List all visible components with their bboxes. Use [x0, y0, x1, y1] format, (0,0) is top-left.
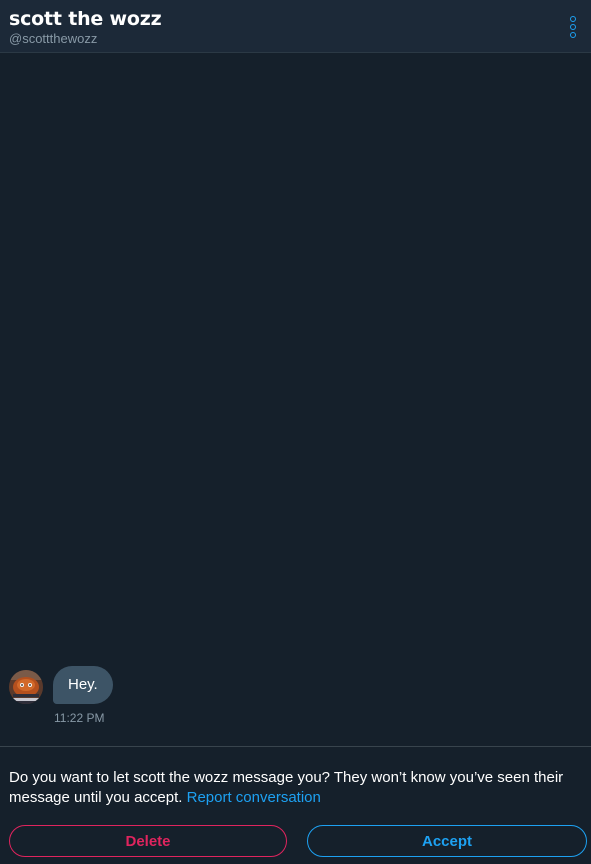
- more-vertical-icon[interactable]: [563, 14, 583, 40]
- more-dot: [570, 24, 576, 30]
- more-dot: [570, 16, 576, 22]
- report-conversation-link[interactable]: Report conversation: [187, 789, 321, 806]
- contact-handle: @scottthewozz: [9, 31, 98, 46]
- accept-button[interactable]: Accept: [307, 825, 587, 857]
- more-dot: [570, 32, 576, 38]
- message-thread: Hey. 11:22 PM: [0, 54, 591, 746]
- request-prompt-text: Do you want to let scott the wozz messag…: [9, 768, 584, 808]
- message-timestamp: 11:22 PM: [54, 711, 105, 725]
- message-request-panel: Do you want to let scott the wozz messag…: [0, 746, 591, 864]
- avatar-image: [9, 670, 43, 704]
- contact-name: scott the wozz: [9, 8, 162, 30]
- delete-button[interactable]: Delete: [9, 825, 287, 857]
- conversation-header: scott the wozz @scottthewozz: [0, 0, 591, 53]
- avatar[interactable]: [9, 670, 43, 704]
- message-bubble[interactable]: Hey.: [53, 666, 113, 704]
- dm-request-window: scott the wozz @scottthewozz Hey. 11:22 …: [0, 0, 591, 864]
